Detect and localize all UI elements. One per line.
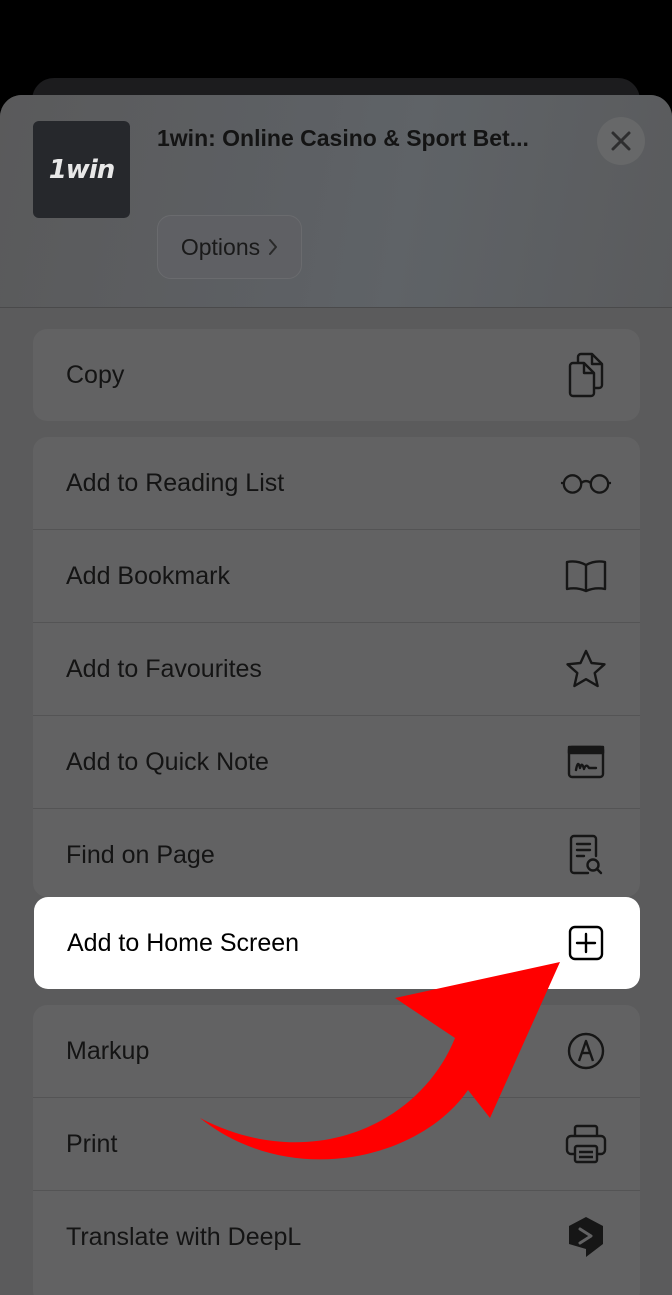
book-icon (560, 550, 612, 602)
action-label: Translate with DeepL (66, 1222, 302, 1251)
close-button[interactable] (597, 117, 645, 165)
close-icon[interactable] (610, 130, 632, 152)
chevron-right-icon (269, 239, 278, 255)
action-find-on-page[interactable]: Find on Page (33, 809, 640, 897)
site-app-icon: 1win (33, 121, 130, 218)
action-add-favourites[interactable]: Add to Favourites (33, 623, 640, 716)
action-group-copy: Copy (33, 329, 640, 421)
action-group-main: Add to Reading List Add Bookmark Add to … (33, 437, 640, 897)
action-label: Add to Favourites (66, 654, 262, 683)
action-markup[interactable]: Markup (33, 1005, 640, 1098)
options-button[interactable]: Options (157, 215, 302, 279)
glasses-icon (560, 457, 612, 509)
action-group-more: Markup Print Translate with DeepL (33, 1005, 640, 1295)
action-label: Find on Page (66, 840, 215, 869)
share-sheet: 1win 1win: Online Casino & Sport Bet... … (0, 95, 672, 1295)
action-label: Copy (66, 360, 125, 389)
action-label: Print (66, 1129, 118, 1158)
action-translate-deepl[interactable]: Translate with DeepL (33, 1191, 640, 1283)
action-label: Add Bookmark (66, 561, 230, 590)
add-square-icon (560, 917, 612, 969)
app-icon-logo-text: 1win (48, 154, 116, 185)
action-add-reading-list[interactable]: Add to Reading List (33, 437, 640, 530)
action-copy[interactable]: Copy (33, 329, 640, 421)
options-label: Options (180, 233, 261, 260)
page-title: 1win: Online Casino & Sport Bet... (157, 125, 529, 151)
printer-icon (560, 1118, 612, 1170)
action-label: Add to Quick Note (66, 747, 269, 776)
share-sheet-header: 1win 1win: Online Casino & Sport Bet... … (0, 95, 672, 308)
find-page-icon (560, 829, 612, 881)
action-add-to-home-screen[interactable]: Add to Home Screen (34, 897, 640, 989)
star-icon (560, 643, 612, 695)
markup-pen-icon (560, 1025, 612, 1077)
quick-note-icon (560, 736, 612, 788)
action-add-quick-note[interactable]: Add to Quick Note (33, 716, 640, 809)
deepl-icon (560, 1211, 612, 1263)
action-label: Markup (66, 1036, 150, 1065)
copy-icon (560, 349, 612, 401)
action-label: Add to Home Screen (67, 928, 300, 957)
action-add-bookmark[interactable]: Add Bookmark (33, 530, 640, 623)
action-print[interactable]: Print (33, 1098, 640, 1191)
action-label: Add to Reading List (66, 468, 285, 497)
